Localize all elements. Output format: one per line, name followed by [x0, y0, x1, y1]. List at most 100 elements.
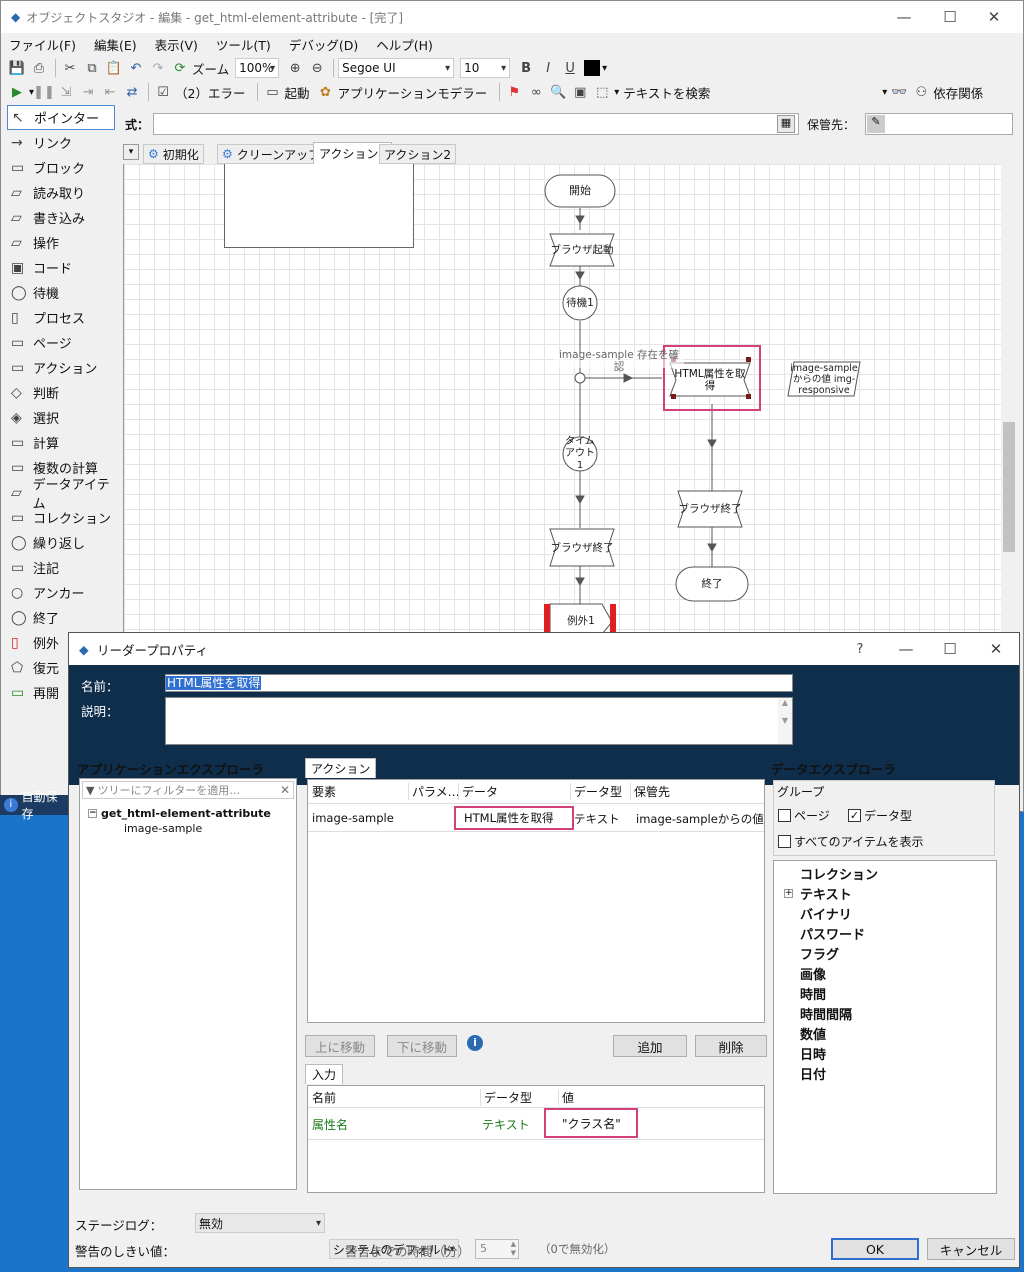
- cut-icon[interactable]: ✂: [60, 58, 80, 78]
- app-modeller-icon[interactable]: ✿: [316, 82, 336, 102]
- launch-icon[interactable]: ▭: [262, 82, 282, 102]
- dialog-minimize-button[interactable]: —: [883, 633, 929, 665]
- flow-canvas[interactable]: 開始 ブラウザ起動 待機1 image-sample 存在を確認 HTML属性を…: [123, 164, 1016, 634]
- stepper-arrows-icon[interactable]: ▲ ▼: [511, 1240, 516, 1258]
- data-type-node[interactable]: コレクション: [800, 863, 996, 883]
- italic-button[interactable]: I: [538, 58, 558, 78]
- menu-item[interactable]: ツール(T): [216, 35, 271, 54]
- toolbox-item[interactable]: ◯ 待機: [1, 280, 121, 305]
- toolbox-item[interactable]: ▭ 計算: [1, 430, 121, 455]
- toolbox-item[interactable]: ↖ ポインター: [7, 105, 115, 130]
- add-button[interactable]: 追加: [613, 1035, 687, 1057]
- collapse-icon[interactable]: −: [88, 809, 97, 818]
- menu-item[interactable]: デバッグ(D): [289, 35, 358, 54]
- toolbox-item[interactable]: ▭ アクション: [1, 355, 121, 380]
- maximize-button[interactable]: ☐: [927, 1, 973, 33]
- zoom-in-icon[interactable]: ⊕: [285, 58, 305, 78]
- tab-dropdown[interactable]: ▾: [123, 144, 139, 160]
- dependency-button[interactable]: 依存関係: [933, 83, 983, 102]
- watch-icon[interactable]: 🔍: [548, 82, 568, 102]
- ok-button[interactable]: OK: [831, 1238, 919, 1260]
- menu-item[interactable]: 編集(E): [94, 35, 137, 54]
- tab-initialize[interactable]: ⚙ 初期化: [143, 144, 204, 164]
- color-picker[interactable]: [584, 60, 601, 76]
- wait-stage[interactable]: 待機1: [563, 286, 597, 320]
- menu-item[interactable]: 表示(V): [155, 35, 198, 54]
- input-tab[interactable]: 入力: [305, 1064, 344, 1084]
- timeout-stage[interactable]: タイムアウト1: [563, 436, 597, 471]
- toolbox-item[interactable]: ▱ 書き込み: [1, 205, 121, 230]
- toolbox-item[interactable]: ▭ コレクション: [1, 505, 121, 530]
- data-type-node[interactable]: 時間: [800, 983, 996, 1003]
- browser-end-left-stage[interactable]: ブラウザ終了: [550, 529, 614, 566]
- tree-child[interactable]: image-sample: [124, 822, 202, 835]
- link-icon[interactable]: ∞: [526, 82, 546, 102]
- breakpoint-icon[interactable]: ⚑: [504, 82, 524, 102]
- launch-button[interactable]: 起動: [284, 83, 309, 102]
- move-up-button[interactable]: 上に移動: [305, 1035, 375, 1057]
- step-icon[interactable]: ⇲: [56, 82, 76, 102]
- data-item-stage[interactable]: image-sample からの値 img-responsive: [788, 362, 860, 396]
- info-icon[interactable]: i: [467, 1035, 483, 1051]
- copy-icon[interactable]: ⧉: [82, 58, 102, 78]
- toolbox-item[interactable]: ▱ 操作: [1, 230, 121, 255]
- show-all-checkbox[interactable]: すべてのアイテムを表示: [778, 833, 923, 850]
- store-field[interactable]: ✎: [865, 113, 1013, 135]
- toolbox-item[interactable]: ▱ 読み取り: [1, 180, 121, 205]
- select-area-icon[interactable]: ⬚: [592, 82, 612, 102]
- data-type-node[interactable]: 数値: [800, 1023, 996, 1043]
- toolbox-item[interactable]: ▭ ページ: [1, 330, 121, 355]
- expression-field[interactable]: [153, 113, 799, 135]
- tab-action2[interactable]: アクション2: [379, 144, 457, 164]
- menu-item[interactable]: ヘルプ(H): [376, 35, 433, 54]
- undo-icon[interactable]: ↶: [126, 58, 146, 78]
- toolbox-item[interactable]: ▭ 注記: [1, 555, 121, 580]
- browser-end-right-stage[interactable]: ブラウザ終了: [678, 491, 742, 527]
- dialog-close-button[interactable]: ✕: [973, 633, 1019, 665]
- data-type-node[interactable]: 画像: [800, 963, 996, 983]
- error-button[interactable]: （2）エラー: [175, 83, 245, 102]
- expand-icon[interactable]: +: [784, 888, 793, 898]
- toolbox-item[interactable]: ▱ データアイテム: [1, 478, 121, 512]
- tab-cleanup[interactable]: ⚙ クリーンアップ: [217, 144, 326, 164]
- zoom-select[interactable]: 100%: [235, 58, 280, 78]
- delete-button[interactable]: 削除: [695, 1035, 767, 1057]
- data-type-node[interactable]: 日時: [800, 1043, 996, 1063]
- name-field[interactable]: HTML属性を取得: [165, 674, 793, 692]
- tree-root[interactable]: − get_html-element-attribute: [88, 807, 271, 820]
- step-out-icon[interactable]: ⇤: [100, 82, 120, 102]
- scrollbar-thumb[interactable]: [1003, 422, 1015, 552]
- action-row[interactable]: image-sample HTML属性を取得 テキスト image-sample…: [308, 804, 764, 832]
- eraser-icon[interactable]: ✎: [867, 115, 885, 133]
- reader-stage[interactable]: HTML属性を取得: [672, 363, 748, 396]
- toolbox-item[interactable]: ◯ 終了: [1, 605, 121, 630]
- toolbox-item[interactable]: → リンク: [1, 130, 121, 155]
- underline-button[interactable]: U: [560, 58, 580, 78]
- paste-icon[interactable]: 📋: [104, 58, 124, 78]
- calculator-icon[interactable]: ▦: [777, 115, 795, 133]
- step-over-icon[interactable]: ⇥: [78, 82, 98, 102]
- pause-icon[interactable]: ❚❚: [33, 82, 55, 102]
- toolbox-item[interactable]: ○ アンカー: [1, 580, 121, 605]
- data-type-node[interactable]: パスワード: [800, 923, 996, 943]
- search-text-combo[interactable]: テキストを検索 ▾: [623, 82, 889, 102]
- stage-log-select[interactable]: 無効: [195, 1213, 325, 1233]
- clear-filter-icon[interactable]: ✕: [280, 783, 290, 797]
- toolbox-item[interactable]: ◯ 繰り返し: [1, 530, 121, 555]
- menu-item[interactable]: ファイル(F): [9, 35, 76, 54]
- toolbox-item[interactable]: ▣ コード: [1, 255, 121, 280]
- page-checkbox[interactable]: ページ: [778, 807, 830, 824]
- data-type-node[interactable]: バイナリ: [800, 903, 996, 923]
- binoculars-icon[interactable]: 👓: [889, 82, 909, 102]
- data-type-node[interactable]: + テキスト: [784, 883, 996, 903]
- input-row[interactable]: 属性名 テキスト "クラス名": [308, 1108, 764, 1140]
- refresh-icon[interactable]: ⟳: [170, 58, 190, 78]
- browser-start-stage[interactable]: ブラウザ起動: [550, 234, 614, 266]
- dialog-maximize-button[interactable]: ☐: [927, 633, 973, 665]
- toolbox-item[interactable]: ◇ 判断: [1, 380, 121, 405]
- reset-icon[interactable]: ⇄: [122, 82, 142, 102]
- data-type-node[interactable]: 時間間隔: [800, 1003, 996, 1023]
- print-icon[interactable]: ⎙: [29, 58, 49, 78]
- toolbox-item[interactable]: ◈ 選択: [1, 405, 121, 430]
- toolbox-item[interactable]: ▭ ブロック: [1, 155, 121, 180]
